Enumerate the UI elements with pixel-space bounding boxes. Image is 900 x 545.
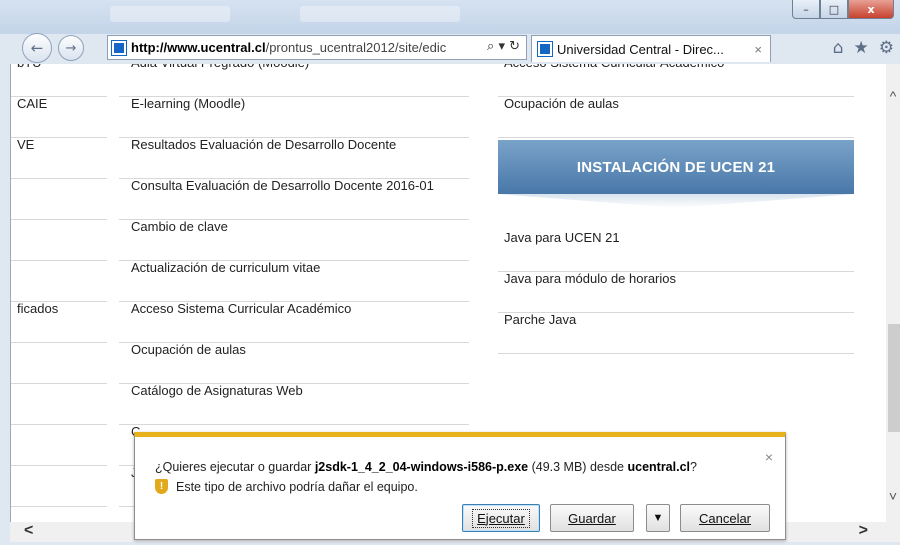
left-link-fragment[interactable]: ficados [17, 301, 58, 316]
cancel-button-label: Cancelar [698, 510, 752, 526]
tab-universidad-central[interactable]: Universidad Central - Direc... × [531, 35, 771, 62]
inactive-tab-ghost [110, 6, 230, 22]
download-warning: ! Este tipo de archivo podría dañar el e… [155, 479, 418, 494]
row-divider [498, 137, 854, 138]
warning-shield-icon: ! [155, 479, 168, 494]
scroll-right-icon[interactable]: > [859, 522, 868, 540]
row-divider [11, 383, 107, 384]
left-link-fragment[interactable]: VE [17, 137, 34, 152]
back-button[interactable]: ← [22, 33, 52, 63]
save-button[interactable]: Guardar [550, 504, 634, 532]
prompt-text: ¿Quieres ejecutar o guardar [155, 460, 315, 474]
middle-link[interactable]: Actualización de curriculum vitae [131, 260, 320, 275]
vertical-scrollbar[interactable]: ^ ˅ [886, 64, 900, 522]
maximize-button[interactable]: □ [820, 0, 848, 19]
forward-arrow-icon: → [65, 40, 77, 56]
scroll-left-icon[interactable]: < [24, 522, 33, 540]
tab-close-icon[interactable]: × [754, 42, 762, 57]
row-divider [11, 342, 107, 343]
row-divider [11, 219, 107, 220]
download-prompt: ¿Quieres ejecutar o guardar j2sdk-1_4_2_… [155, 460, 697, 474]
save-button-label: Guardar [568, 510, 616, 526]
row-divider [11, 178, 107, 179]
minimize-button[interactable]: – [792, 0, 820, 19]
row-divider [498, 353, 854, 354]
tab-title: Universidad Central - Direc... [557, 41, 724, 57]
close-window-button[interactable]: x [848, 0, 894, 19]
favorites-star-icon[interactable]: ★ [854, 38, 869, 58]
middle-link[interactable]: Cambio de clave [131, 219, 228, 234]
middle-link[interactable]: Ocupación de aulas [131, 342, 246, 357]
save-options-dropdown[interactable]: ▼ [646, 504, 670, 532]
banner-title: INSTALACIÓN DE UCEN 21 [576, 158, 776, 176]
download-source: ucentral.cl [627, 460, 691, 474]
address-tools[interactable]: ⌕ ▾ ↻ [483, 39, 520, 54]
row-divider [11, 506, 107, 507]
middle-link[interactable]: Aula Virtual Pregrado (Moodle) [131, 64, 309, 70]
right-link[interactable]: Java para módulo de horarios [504, 271, 676, 286]
installation-banner: INSTALACIÓN DE UCEN 21 [498, 140, 854, 194]
row-divider [119, 424, 469, 425]
middle-link[interactable]: Consulta Evaluación de Desarrollo Docent… [131, 178, 434, 193]
chevron-down-icon: ▼ [652, 512, 664, 524]
scroll-up-icon[interactable]: ^ [886, 88, 900, 104]
back-arrow-icon: ← [30, 39, 44, 57]
scroll-down-icon[interactable]: ˅ [886, 488, 900, 504]
middle-link[interactable]: Acceso Sistema Curricular Académico [131, 301, 351, 316]
address-domain: http://www.ucentral.cl [131, 40, 266, 55]
prompt-end: ? [690, 460, 697, 474]
navigation-bar: ← → http://www.ucentral.cl/prontus_ucent… [0, 26, 900, 64]
settings-gear-icon[interactable]: ⚙ [879, 38, 894, 58]
right-link[interactable]: Ocupación de aulas [504, 96, 619, 111]
right-link[interactable]: Java para UCEN 21 [504, 230, 620, 245]
right-link[interactable]: Parche Java [504, 312, 576, 327]
middle-link[interactable]: Resultados Evaluación de Desarrollo Doce… [131, 137, 396, 152]
right-link[interactable]: Acceso Sistema Curricular Académico [504, 64, 724, 70]
warning-text: Este tipo de archivo podría dañar el equ… [176, 479, 418, 494]
row-divider [11, 424, 107, 425]
row-divider [11, 260, 107, 261]
download-filename: j2sdk-1_4_2_04-windows-i586-p.exe [314, 460, 529, 474]
left-link-fragment[interactable]: CAIE [17, 96, 47, 111]
vertical-scroll-thumb[interactable] [888, 324, 900, 432]
left-link-fragment[interactable]: bTU [17, 64, 42, 70]
toolbar-icons: ⌂ ★ ⚙ [833, 38, 894, 58]
window-controls: – □ x [792, 0, 894, 19]
download-close-icon[interactable]: × [765, 449, 773, 465]
row-divider [11, 465, 107, 466]
cancel-button[interactable]: Cancelar [680, 504, 770, 532]
tab-favicon-icon [537, 41, 553, 57]
inactive-tab-ghost [300, 6, 460, 22]
run-button-label: Ejecutar [472, 508, 530, 528]
address-path: /prontus_ucentral2012/site/edic [265, 40, 447, 55]
middle-link[interactable]: E-learning (Moodle) [131, 96, 245, 111]
home-icon[interactable]: ⌂ [833, 38, 844, 58]
download-notification-bar: ¿Quieres ejecutar o guardar j2sdk-1_4_2_… [134, 432, 786, 540]
middle-link[interactable]: Catálogo de Asignaturas Web [131, 383, 303, 398]
site-favicon-icon [111, 39, 127, 56]
banner-shadow [498, 194, 854, 208]
address-bar[interactable]: http://www.ucentral.cl/prontus_ucentral2… [107, 35, 527, 60]
forward-button[interactable]: → [58, 35, 84, 61]
download-size: (49.3 MB) desde [528, 460, 628, 474]
run-button[interactable]: Ejecutar [462, 504, 540, 532]
